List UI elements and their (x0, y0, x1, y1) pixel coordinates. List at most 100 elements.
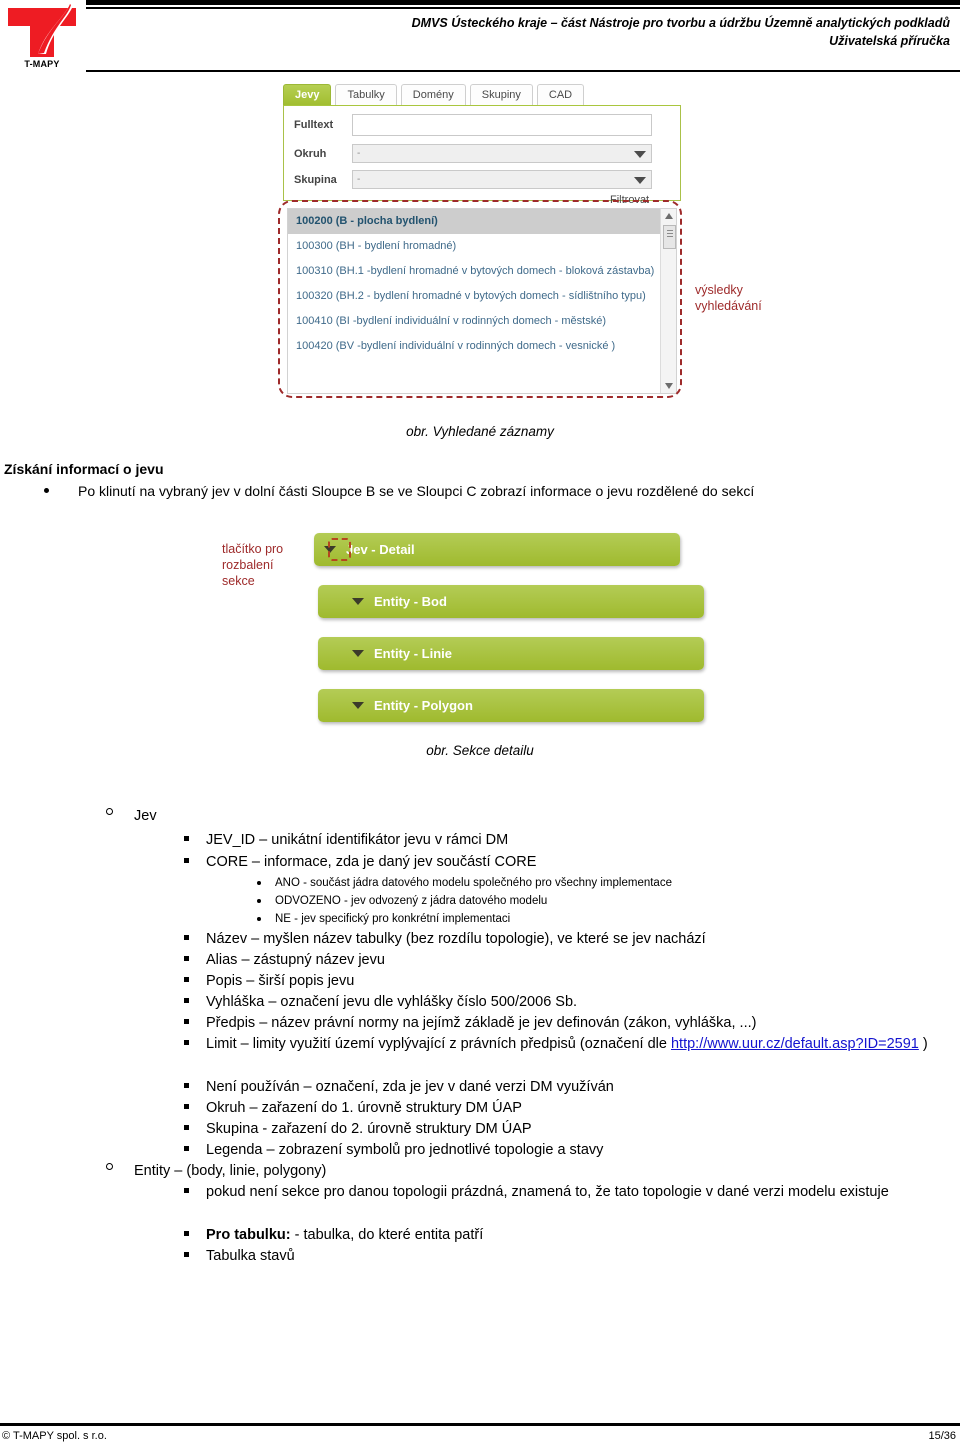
list-item-label: Název – myšlen název tabulky (bez rozdíl… (206, 931, 706, 947)
list-item-label: Limit – limity využití území vyplývající… (206, 1036, 671, 1052)
outline-marker-square-icon (184, 1188, 189, 1193)
outline-marker-square-icon (184, 1040, 189, 1045)
tab-tabulky[interactable]: Tabulky (335, 84, 397, 106)
list-item-label: Tabulka stavů (206, 1248, 295, 1264)
results-scrollbar[interactable] (660, 209, 676, 393)
outline-marker-dot-icon (257, 917, 261, 921)
section-bar-label: Entity - Bod (374, 594, 447, 609)
skupina-select[interactable]: - (352, 170, 652, 189)
list-item[interactable]: 100310 (BH.1 -bydlení hromadné v bytovýc… (288, 259, 676, 284)
list-item: pokud není sekce pro danou topologii prá… (184, 1182, 940, 1202)
list-item: Popis – širší popis jevu (184, 971, 355, 991)
list-item-label: NE - jev specifický pro konkrétní implem… (275, 913, 511, 925)
footer-copyright: © T-MAPY spol. s r.o. (2, 1430, 107, 1442)
list-item-label: Vyhláška – označení jevu dle vyhlášky čí… (206, 994, 578, 1010)
list-item[interactable]: 100300 (BH - bydlení hromadné) (288, 234, 676, 259)
list-item-label: Skupina - zařazení do 2. úrovně struktur… (206, 1121, 532, 1137)
list-item: NE - jev specifický pro konkrétní implem… (257, 911, 511, 928)
skupina-label: Skupina (294, 173, 337, 186)
tab-skupiny[interactable]: Skupiny (469, 84, 533, 106)
logo-swoosh-icon (34, 4, 72, 56)
list-item-label: Okruh – zařazení do 1. úrovně struktury … (206, 1100, 522, 1116)
scroll-up-icon[interactable] (665, 213, 673, 219)
list-item-label: CORE – informace, zda je daný jev součás… (206, 854, 537, 870)
intro-bullet: Po klinutí na vybraný jev v dolní části … (44, 481, 940, 502)
outline-marker-circle-icon (106, 808, 113, 815)
section-bar-label: Entity - Polygon (374, 698, 473, 713)
chevron-down-icon (634, 151, 646, 158)
chevron-down-icon (352, 650, 364, 657)
skupina-row: Skupina - (294, 170, 652, 189)
section-bar-label: Entity - Linie (374, 646, 452, 661)
list-item: Předpis – název právní normy na jejímž z… (184, 1013, 756, 1033)
list-item[interactable]: 100420 (BV -bydlení individuální v rodin… (288, 334, 676, 359)
tab-jevy[interactable]: Jevy (283, 84, 332, 106)
outline-marker-square-icon (184, 1231, 189, 1236)
skupina-value: - (357, 174, 361, 185)
scrollbar-thumb[interactable] (663, 225, 676, 249)
list-item-label-after: ) (918, 1036, 928, 1052)
tab-domeny[interactable]: Domény (400, 84, 466, 106)
header-title-line1: DMVS Ústeckého kraje – část Nástroje pro… (411, 16, 950, 30)
outline-marker-square-icon (184, 1019, 189, 1024)
okruh-row: Okruh - (294, 144, 652, 163)
list-item: JEV_ID – unikátní identifikátor jevu v r… (184, 830, 508, 850)
page-title: DMVS Ústeckého kraje – část Nástroje pro… (160, 14, 950, 50)
search-results-list[interactable]: 100200 (B - plocha bydlení) 100300 (BH -… (287, 208, 677, 394)
list-item-pro-tabulku: Pro tabulku: - tabulka, do které entita … (184, 1225, 484, 1245)
scroll-down-icon[interactable] (665, 383, 673, 389)
outline-marker-square-icon (184, 1146, 189, 1151)
list-item: Vyhláška – označení jevu dle vyhlášky čí… (184, 992, 578, 1012)
section-bar-entity-bod[interactable]: Entity - Bod (318, 585, 704, 618)
section-bar-jev-detail[interactable]: Jev - Detail (314, 533, 680, 566)
search-form: Fulltext Okruh - Skupina - (283, 105, 681, 201)
section-bar-entity-polygon[interactable]: Entity - Polygon (318, 689, 704, 722)
fulltext-row: Fulltext (294, 114, 652, 136)
list-item: Tabulka stavů (184, 1246, 295, 1266)
okruh-select[interactable]: - (352, 144, 652, 163)
outline-marker-circle-icon (106, 1163, 113, 1170)
list-item[interactable]: 100410 (BI -bydlení individuální v rodin… (288, 309, 676, 334)
section-bar-entity-linie[interactable]: Entity - Linie (318, 637, 704, 670)
outline-marker-square-icon (184, 1104, 189, 1109)
list-item-label-bold: Pro tabulku: (206, 1227, 291, 1243)
page-header: T-MAPY DMVS Ústeckého kraje – část Nástr… (0, 0, 960, 78)
outline-marker-square-icon (184, 1125, 189, 1130)
okruh-label: Okruh (294, 147, 327, 160)
footer-rule (0, 1423, 960, 1426)
list-item-label: pokud není sekce pro danou topologii prá… (206, 1184, 889, 1200)
outline-item-entity-label: Entity – (body, linie, polygony) (134, 1163, 327, 1179)
footer-page-number: 15/36 (928, 1430, 956, 1442)
chevron-down-icon (352, 598, 364, 605)
uur-link[interactable]: http://www.uur.cz/default.asp?ID=2591 (671, 1036, 919, 1052)
outline-marker-dot-icon (257, 881, 261, 885)
outline-marker-square-icon (184, 956, 189, 961)
chevron-down-icon (352, 702, 364, 709)
list-item-label: Popis – širší popis jevu (206, 973, 355, 989)
tabstrip: Jevy Tabulky Domény Skupiny CAD (283, 84, 585, 106)
expand-button-highlight (328, 538, 351, 561)
list-item-label: Legenda – zobrazení symbolů pro jednotli… (206, 1142, 604, 1158)
outline-marker-square-icon (184, 1252, 189, 1257)
tab-cad[interactable]: CAD (536, 84, 585, 106)
outline-item-jev: Jev (106, 806, 157, 826)
list-item-label: ODVOZENO - jev odvozený z jádra datového… (275, 895, 548, 907)
header-rule-thin (86, 7, 960, 9)
section-bar-label: Jev - Detail (346, 542, 415, 557)
list-item[interactable]: 100200 (B - plocha bydlení) (288, 209, 676, 234)
tmapy-logo: T-MAPY (8, 2, 76, 74)
fulltext-label: Fulltext (294, 119, 334, 131)
list-item[interactable]: 100320 (BH.2 - bydlení hromadné v bytový… (288, 284, 676, 309)
list-item: Okruh – zařazení do 1. úrovně struktury … (184, 1098, 522, 1118)
annotation-expand-button: tlačítko pro rozbalení sekce (222, 542, 284, 588)
list-item-label: - tabulka, do které entita patří (290, 1227, 484, 1243)
outline-marker-square-icon (184, 1083, 189, 1088)
annotation-search-results: výsledky vyhledávání (695, 283, 762, 313)
list-item: Legenda – zobrazení symbolů pro jednotli… (184, 1140, 604, 1160)
logo-wordmark: T-MAPY (24, 59, 60, 69)
outline-marker-square-icon (184, 977, 189, 982)
list-item-label: Není používán – označení, zda je jev v d… (206, 1079, 614, 1095)
search-input[interactable] (352, 114, 652, 136)
outline-marker-square-icon (184, 836, 189, 841)
filter-button[interactable]: Filtrovat (610, 194, 649, 206)
